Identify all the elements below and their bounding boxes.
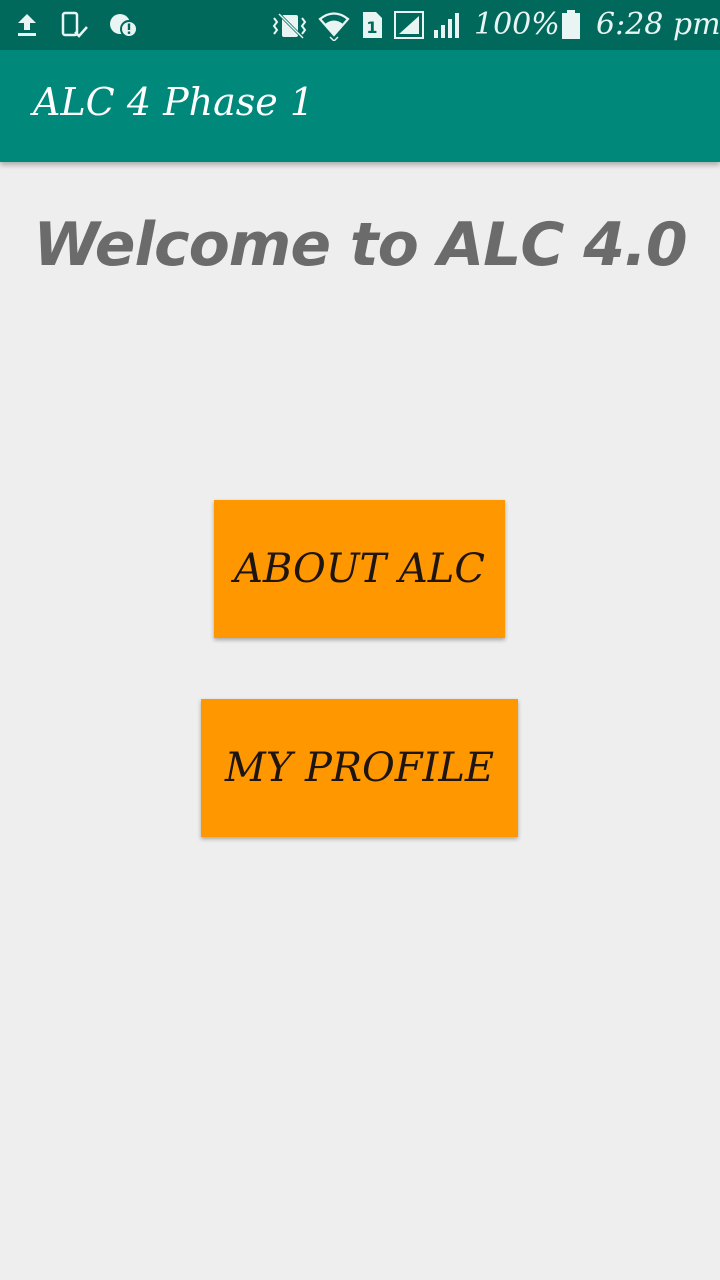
welcome-heading: Welcome to ALC 4.0 bbox=[33, 210, 687, 280]
upload-icon bbox=[14, 8, 40, 42]
signal-icon bbox=[394, 8, 426, 42]
battery-icon bbox=[560, 8, 582, 42]
sim1-icon: 1 bbox=[360, 8, 384, 42]
signal-icon-2 bbox=[432, 8, 462, 42]
svg-text:1: 1 bbox=[366, 18, 377, 37]
battery-percent: 100% bbox=[474, 7, 560, 42]
app-title: ALC 4 Phase 1 bbox=[33, 80, 315, 124]
my-profile-button[interactable]: MY PROFILE bbox=[201, 699, 518, 837]
vibrate-icon bbox=[270, 8, 312, 42]
alert-badge-icon bbox=[108, 8, 138, 42]
app-bar: ALC 4 Phase 1 bbox=[0, 50, 720, 162]
phone-check-icon bbox=[60, 8, 90, 42]
screen: 1 100% 6:28 pm ALC 4 Phase 1 Welcome to … bbox=[0, 0, 720, 1280]
status-time: 6:28 pm bbox=[596, 7, 720, 42]
wifi-icon bbox=[318, 8, 350, 42]
status-bar: 1 100% 6:28 pm bbox=[0, 0, 720, 50]
about-alc-button[interactable]: ABOUT ALC bbox=[214, 500, 505, 638]
